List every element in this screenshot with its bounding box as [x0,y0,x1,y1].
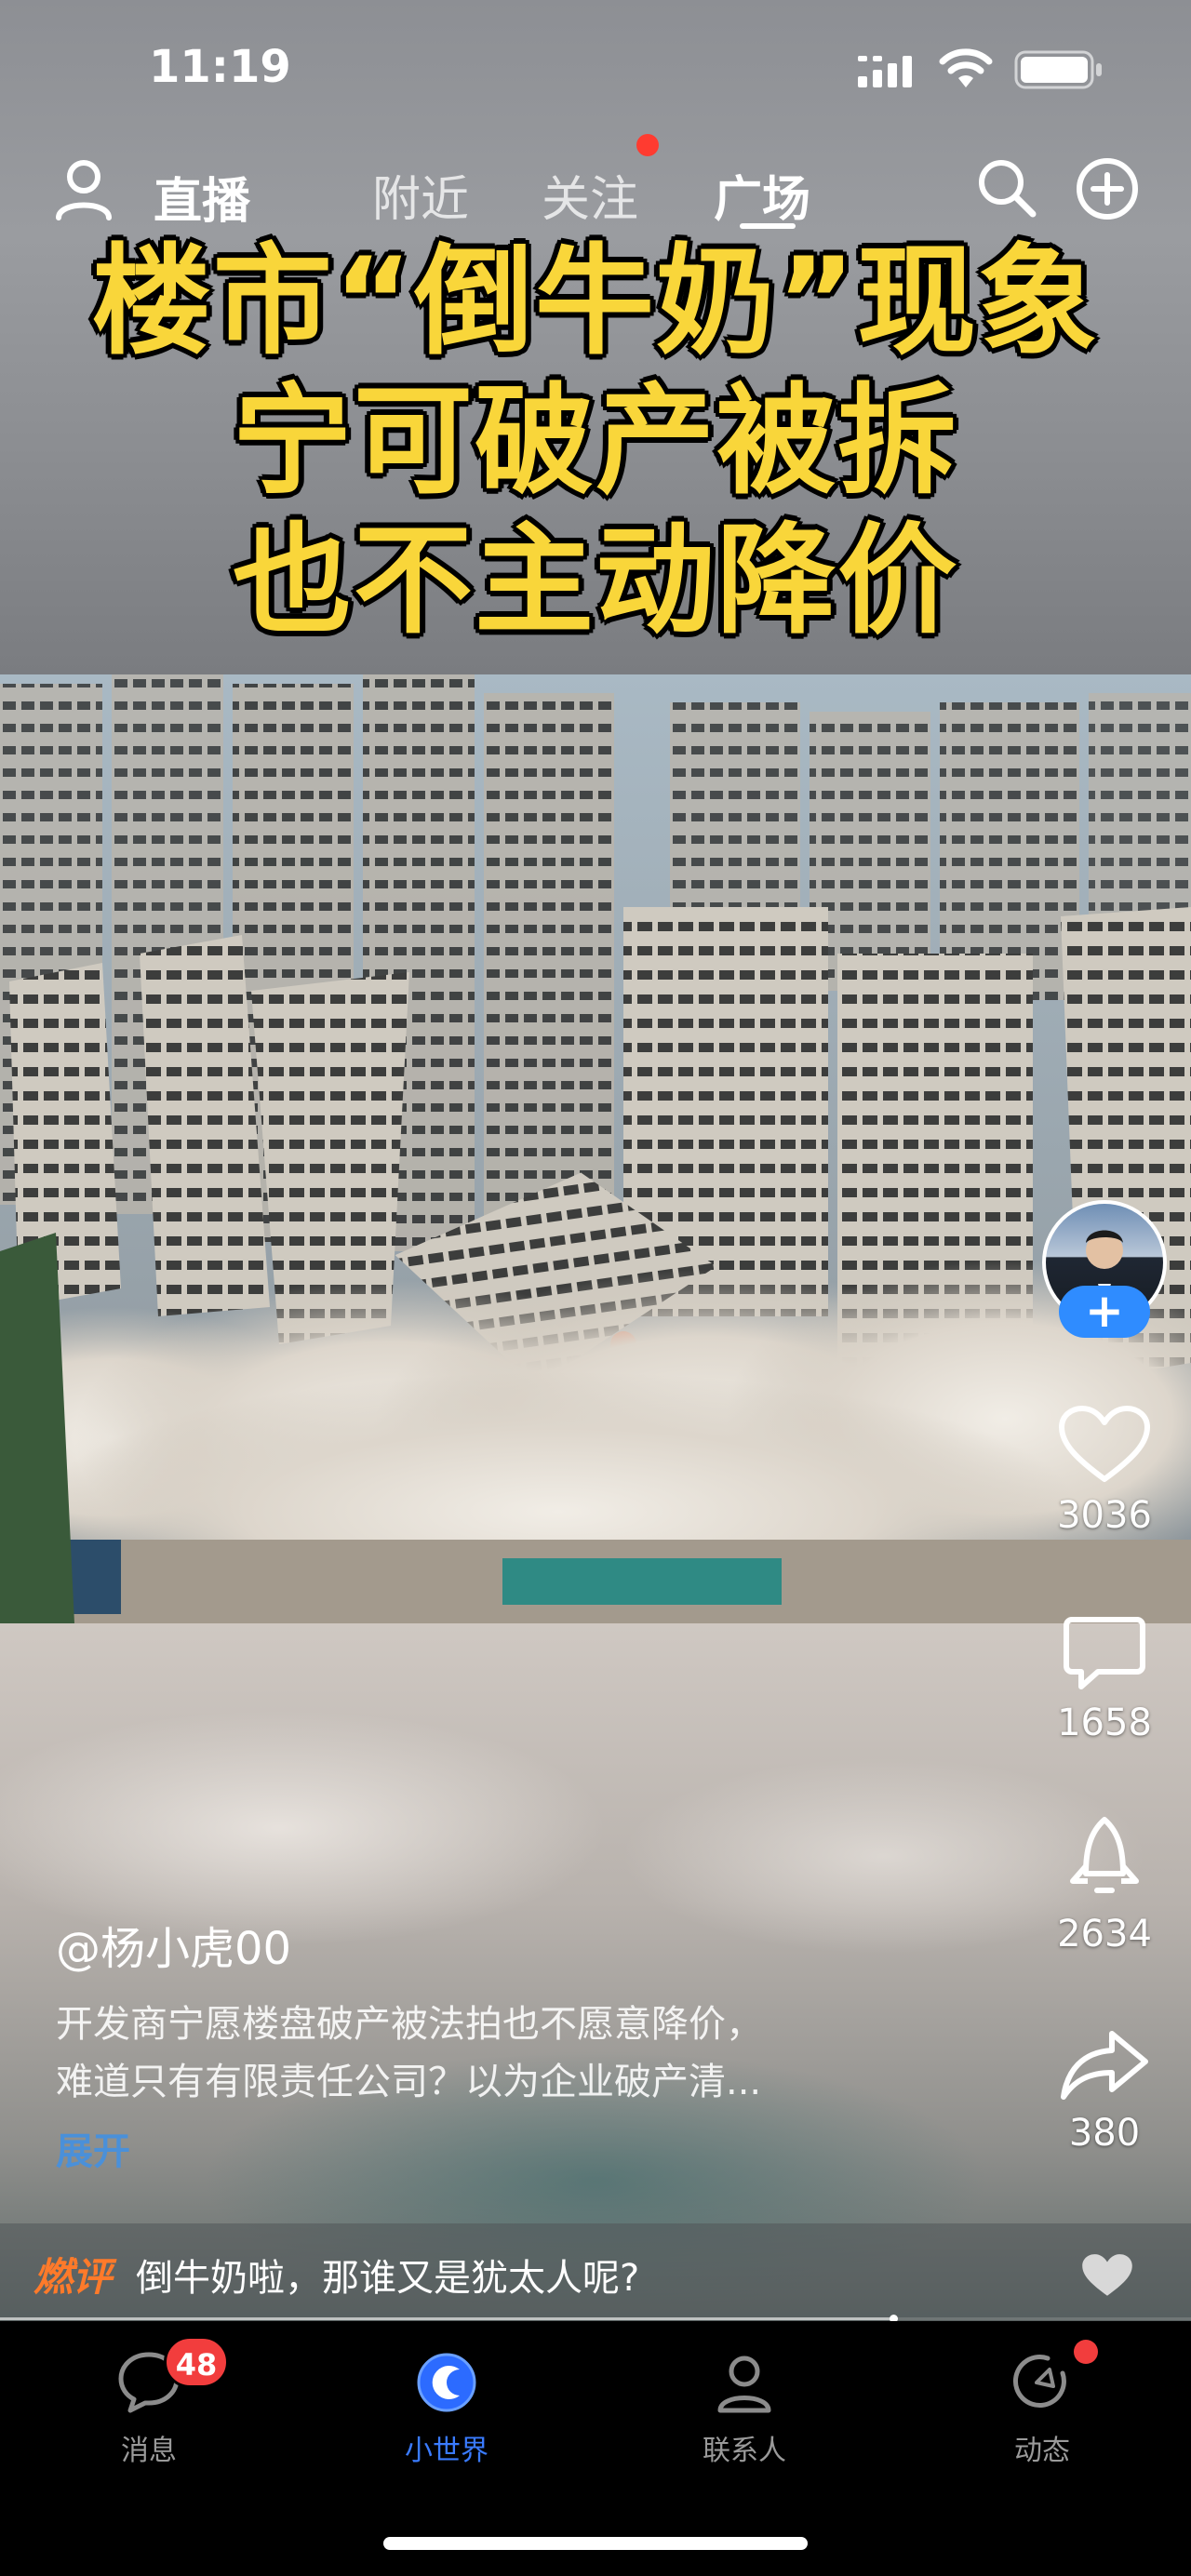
description-line-1: 开发商宁愿楼盘破产被法拍也不愿意降价， [56,2003,763,2046]
tabbar-item-moments[interactable]: 动态 [949,2340,1135,2468]
headline-line-1: 楼市“倒牛奶”现象 [91,233,1100,371]
author-name[interactable]: @杨小虎00 [56,1912,291,1977]
comment-count: 1658 [1057,1702,1152,1744]
video-headline: 楼市“倒牛奶”现象 宁可破产被拆 也不主动降价 [0,233,1191,651]
contacts-icon [717,2356,771,2413]
tabbar-item-world[interactable]: 小世界 [354,2349,540,2468]
battery-icon [1014,50,1102,89]
status-time: 11:19 [149,41,291,93]
tab-plaza[interactable]: 广场 [714,160,810,230]
tabbar-label-world: 小世界 [405,2435,488,2467]
expand-link[interactable]: 展开 [56,2121,130,2175]
video-progress-bar[interactable] [0,2315,1191,2323]
notification-dot [636,134,659,156]
comment-icon[interactable] [1063,1614,1146,1692]
hot-comment-tag: 燃评 [33,2254,113,2300]
tabbar-label-messages: 消息 [121,2435,177,2467]
video-progress-fill [0,2317,893,2320]
moments-notification-dot [1074,2340,1098,2364]
tab-follow[interactable]: 关注 [542,160,638,230]
top-nav: 直播 附近 关注 广场 [0,134,1191,233]
reshare-count: 2634 [1057,1913,1152,1955]
wifi-icon [939,48,993,87]
comment-action[interactable]: 1658 [1042,1614,1167,1744]
home-indicator[interactable] [383,2537,808,2550]
signal-icon [858,56,912,87]
status-bar: 11:19 [0,37,1191,102]
headline-line-3: 也不主动降价 [232,512,958,650]
share-action[interactable]: 380 [1042,2028,1167,2155]
heart-icon[interactable] [1058,1405,1151,1485]
add-circle-icon[interactable] [1075,156,1140,221]
profile-icon[interactable] [54,158,114,223]
like-count: 3036 [1057,1494,1152,1537]
reshare-action[interactable]: 2634 [1042,1814,1167,1955]
tabbar-item-contacts[interactable]: 联系人 [651,2349,837,2468]
headline-line-2: 宁可破产被拆 [232,372,958,511]
message-badge: 48 [164,2336,229,2388]
active-tab-indicator [740,223,796,229]
live-tab[interactable]: 直播 [154,162,250,232]
rocket-icon[interactable] [1067,1814,1142,1903]
tabbar-label-moments: 动态 [1014,2435,1070,2467]
search-icon[interactable] [975,156,1038,220]
author-avatar-group[interactable]: + [1042,1200,1167,1338]
video-frame[interactable] [0,674,1191,1623]
share-count: 380 [1068,2112,1141,2155]
like-action[interactable]: 3036 [1042,1405,1167,1537]
tabbar-item-messages[interactable]: 48 消息 [56,2336,242,2468]
demolition-scene-image [0,674,1191,1623]
world-icon [417,2353,476,2412]
post-description: 开发商宁愿楼盘破产被法拍也不愿意降价， 难道只有有限责任公司？以为企业破产清..… [56,1995,986,2111]
hot-comment-text: 倒牛奶啦，那谁又是犹太人呢? [136,2257,640,2300]
follow-author-button[interactable]: + [1059,1286,1150,1338]
tabbar-label-contacts: 联系人 [703,2435,786,2467]
share-arrow-icon[interactable] [1060,2028,1149,2102]
description-line-2: 难道只有有限责任公司？以为企业破产清... [56,2061,762,2103]
hot-comment-bar[interactable]: 燃评 倒牛奶啦，那谁又是犹太人呢? [0,2223,1191,2321]
tab-nearby[interactable]: 附近 [372,160,469,230]
comment-like-icon[interactable] [1081,2253,1133,2298]
moments-icon [1012,2355,1066,2409]
